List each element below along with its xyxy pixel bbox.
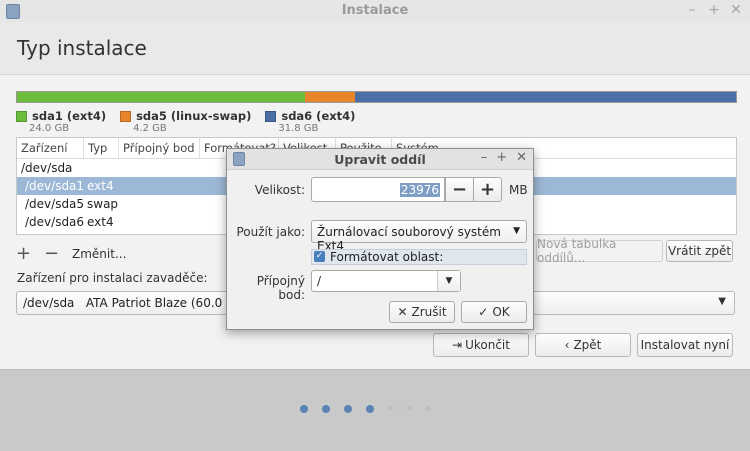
progress-dot: [388, 406, 393, 411]
progress-dot: [407, 406, 412, 411]
footer: ⇥ Ukončit ‹ Zpět Instalovat nyní: [0, 333, 750, 451]
progress-dot: [322, 405, 330, 413]
installer-window: Instalace – + ✕ Typ instalace sda1 (ext4…: [0, 0, 750, 451]
bootloader-label: Zařízení pro instalaci zavaděče:: [17, 271, 208, 285]
format-checkbox-row[interactable]: ✓ Formátovat oblast:: [311, 249, 527, 265]
size-value: 23976: [399, 183, 440, 197]
column-header[interactable]: Přípojný bod: [119, 138, 200, 158]
exit-icon: ⇥: [452, 338, 463, 352]
quit-button[interactable]: ⇥ Ukončit: [433, 333, 529, 357]
format-label: Formátovat oblast:: [330, 250, 444, 264]
close-icon: ✕: [397, 305, 408, 319]
table-toolbar: + − Změnit...: [16, 243, 126, 264]
partition-bar-sda5: [304, 92, 355, 102]
ok-button[interactable]: ✓ OK: [461, 301, 527, 323]
checkmark-icon: ✓: [478, 305, 489, 319]
size-input[interactable]: 23976: [311, 177, 445, 202]
legend-item: sda1 (ext4) 24.0 GB: [16, 109, 106, 134]
change-partition-button[interactable]: Změnit...: [72, 247, 126, 261]
progress-dot: [344, 405, 352, 413]
partition-bar: [16, 91, 737, 103]
new-partition-table-button[interactable]: Nová tabulka oddílů...: [536, 237, 663, 265]
partition-bar-sda1: [17, 92, 305, 102]
maximize-icon[interactable]: +: [496, 150, 507, 165]
legend-swatch: [265, 110, 277, 122]
filesystem-select[interactable]: Žurnálovací souborový systém Ext4 ▼: [311, 220, 527, 253]
use-as-label: Použít jako:: [236, 225, 305, 239]
mount-point-value: /: [317, 274, 322, 288]
dialog-title-bar: Upravit oddíl – + ✕: [227, 149, 533, 170]
size-unit: MB: [509, 183, 528, 197]
legend-swatch: [120, 110, 132, 122]
size-label: Velikost:: [254, 183, 305, 197]
progress-dot: [300, 405, 308, 413]
header: Typ instalace: [0, 22, 750, 74]
minimize-icon[interactable]: –: [481, 150, 488, 165]
chevron-down-icon: ▼: [718, 296, 726, 307]
partition-legend: sda1 (ext4) 24.0 GB sda5 (linux-swap) 4.…: [16, 109, 369, 134]
cancel-button[interactable]: ✕ Zrušit: [389, 301, 455, 323]
maximize-icon[interactable]: +: [708, 2, 720, 18]
edit-partition-dialog: Upravit oddíl – + ✕ Velikost: 23976 − + …: [226, 148, 534, 330]
progress-dot: [366, 405, 374, 413]
window-title: Instalace: [341, 3, 409, 18]
decrease-size-button[interactable]: −: [445, 177, 474, 202]
column-header[interactable]: Typ: [84, 138, 119, 158]
title-bar: Instalace – + ✕: [0, 0, 750, 23]
format-checkbox[interactable]: ✓: [314, 251, 325, 262]
legend-item: sda6 (ext4) 31.8 GB: [265, 109, 355, 134]
add-partition-button[interactable]: +: [16, 243, 31, 264]
page-title: Typ instalace: [17, 36, 147, 60]
chevron-down-icon: ▼: [513, 226, 520, 236]
partition-bar-sda6: [354, 92, 736, 102]
progress-dots: [300, 405, 431, 413]
remove-partition-button[interactable]: −: [44, 243, 59, 264]
progress-dot: [426, 406, 431, 411]
back-button[interactable]: ‹ Zpět: [535, 333, 631, 357]
column-header[interactable]: Zařízení: [17, 138, 84, 158]
close-icon[interactable]: ✕: [516, 150, 527, 165]
close-icon[interactable]: ✕: [730, 2, 742, 18]
legend-item: sda5 (linux-swap) 4.2 GB: [120, 109, 251, 134]
revert-button[interactable]: Vrátit zpět: [666, 240, 733, 262]
increase-size-button[interactable]: +: [473, 177, 502, 202]
legend-swatch: [16, 110, 27, 122]
mount-point-label: Přípojný bod:: [256, 274, 305, 302]
mount-point-combo[interactable]: / ▼: [311, 270, 461, 292]
minimize-icon[interactable]: –: [686, 2, 698, 18]
chevron-down-icon[interactable]: ▼: [437, 271, 460, 291]
chevron-left-icon: ‹: [564, 338, 570, 352]
install-now-button[interactable]: Instalovat nyní: [637, 333, 733, 357]
